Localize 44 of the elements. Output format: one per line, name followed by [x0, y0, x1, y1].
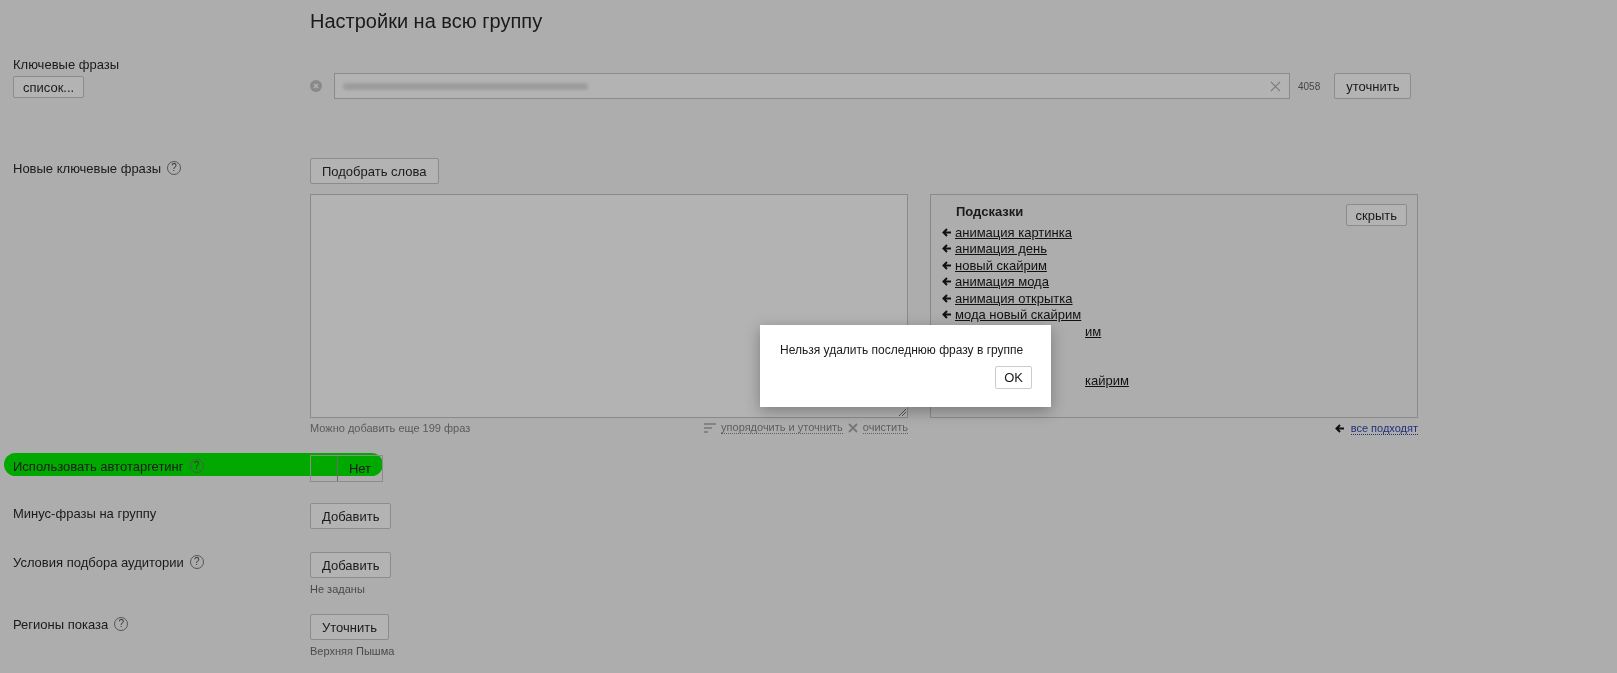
clear-icon	[847, 422, 858, 433]
dialog-message: Нельзя удалить последнюю фразу в группе	[780, 343, 1025, 357]
arrow-left-icon	[942, 310, 952, 320]
count-text: 4058	[1298, 80, 1321, 92]
suggestion-link[interactable]: мода новый скайрим	[955, 307, 1082, 323]
suggestion-link[interactable]: анимация день	[955, 241, 1047, 257]
hint-text: Можно добавить еще 199 фраз	[310, 421, 471, 434]
arrow-left-icon	[1334, 424, 1345, 433]
arrow-left-icon	[942, 293, 952, 303]
sort-icon	[704, 422, 717, 433]
field-label: Ключевые фразы	[13, 57, 120, 72]
suggestion-link[interactable]: им	[1085, 323, 1102, 339]
all-fit-link[interactable]: все подходят	[1350, 422, 1418, 435]
arrow-left-icon	[942, 260, 952, 270]
remove-icon[interactable]	[310, 80, 322, 92]
suggestion-link[interactable]: анимация открытка	[955, 290, 1073, 306]
suggestion-link[interactable]: анимация мода	[955, 274, 1049, 290]
field-label: Новые ключевые фразы	[13, 161, 161, 176]
arrow-left-icon	[942, 227, 952, 237]
field-label: Условия подбора аудитории	[13, 555, 184, 570]
note-text: Не заданы	[310, 583, 366, 595]
field-label: Минус-фразы на группу	[13, 506, 157, 521]
refine-button[interactable]: уточнить	[1334, 73, 1412, 99]
note-text: Верхняя Пышма	[310, 645, 396, 657]
resize-grip-icon[interactable]	[898, 408, 906, 416]
field-label: Использовать автотаргетинг	[13, 459, 184, 474]
suggestion-link[interactable]: новый скайрим	[955, 257, 1047, 273]
action-button[interactable]: Уточнить	[310, 614, 389, 640]
hide-button[interactable]: скрыть	[1345, 204, 1407, 226]
arrow-left-icon	[942, 277, 952, 287]
arrow-left-icon	[942, 244, 952, 254]
action-button[interactable]: Добавить	[310, 503, 392, 529]
close-icon[interactable]	[1270, 80, 1281, 92]
pick-words-button[interactable]: Подобрать слова	[310, 158, 439, 184]
toggle-switch[interactable]: Нет	[310, 455, 383, 482]
field-label: Регионы показа	[13, 617, 109, 632]
keyword-input-field[interactable]	[334, 73, 1290, 99]
ok-button[interactable]: OK	[995, 366, 1032, 389]
section-title: Настройки на всю группу	[310, 10, 544, 34]
action-button[interactable]: Добавить	[310, 552, 392, 578]
suggestion-link[interactable]: кайрим	[1085, 373, 1129, 389]
suggestion-link[interactable]: анимация картинка	[955, 224, 1072, 240]
panel-title: Подсказки	[956, 204, 1024, 219]
list-button[interactable]: список...	[13, 76, 85, 98]
